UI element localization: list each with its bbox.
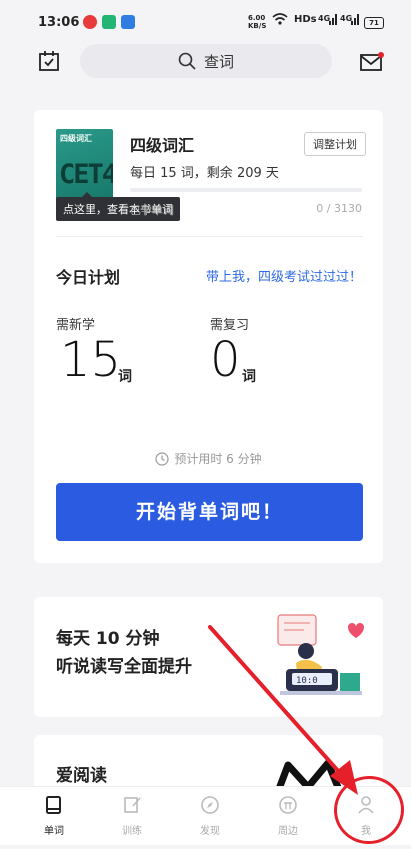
status-bar: 13:06 6.00 KB/S HDs 4G 4G 71 [0,0,411,48]
promo-card[interactable]: 每天 10 分钟 听说读写全面提升 10:0 [34,597,383,717]
learned-label: 已学单词 [130,204,174,217]
reading-title: 爱阅读 [56,766,107,786]
review-words-count: 0 [210,332,241,388]
tab-training[interactable]: 训练 [102,795,162,837]
search-placeholder: 查词 [203,52,234,71]
estimate-time: 预计用时 6 分钟 [34,450,383,467]
tab-discover[interactable]: 发现 [180,795,240,837]
tab-words[interactable]: 单词 [24,795,84,837]
start-learning-button[interactable]: 开始背单词吧！ [56,483,363,541]
hd-indicator: HDs [294,14,317,25]
edit-icon [124,797,141,813]
net-speed: 6.00 KB/S [248,14,267,30]
shop-icon [279,796,297,814]
tab-nearby[interactable]: 周边 [258,795,318,837]
tab-nearby-label: 周边 [278,826,298,837]
adjust-plan-button[interactable]: 调整计划 [304,132,366,156]
new-words-count: 15 [60,332,122,388]
mail-icon[interactable] [360,52,384,76]
search-bar[interactable]: 查词 [80,44,332,78]
promo-line-1: 每天 10 分钟 [56,629,160,649]
signal-1-bars-icon [329,13,337,28]
book-icon [46,796,61,814]
battery-indicator: 71 [364,17,384,29]
clock-icon [155,452,169,466]
plan-slogan: 带上我，四级考试过过过！ [205,270,362,285]
divider [56,236,363,237]
news-notification-icon [121,15,135,29]
review-words-label: 需复习 [210,318,250,333]
app-notification-icon [83,15,97,29]
learned-count: 0 / 3130 [316,202,362,215]
promo-line-2: 听说读写全面提升 [56,657,192,677]
calendar-icon[interactable] [38,50,60,76]
estimate-text: 预计用时 6 分钟 [174,452,262,466]
tab-words-label: 单词 [44,826,64,837]
status-time: 13:06 [38,15,80,30]
promo-illustration: 10:0 [277,614,364,695]
book-daily-info: 每日 15 词，剩余 209 天 [130,166,279,181]
signal-2-bars-icon [351,13,359,28]
search-icon [178,52,196,70]
book-name: 四级词汇 [130,136,195,155]
svg-text:10:0: 10:0 [296,676,318,686]
plan-title: 今日计划 [56,268,121,287]
tab-discover-label: 发现 [200,826,220,837]
top-bar: 查词 [0,44,411,82]
review-words-unit: 词 [242,369,256,385]
book-progress-bar [130,188,362,192]
compass-icon [201,796,219,814]
chat-notification-icon [102,15,116,29]
study-card: 四级词汇 CET4 点这里，查看本书单词 四级词汇 每日 15 词，剩余 209… [34,110,383,563]
wifi-icon [272,12,288,29]
tab-training-label: 训练 [122,826,142,837]
cover-big-text: CET4 [59,159,113,190]
cover-title: 四级词汇 [60,134,92,143]
new-words-label: 需新学 [56,318,96,333]
new-words-unit: 词 [118,369,132,385]
